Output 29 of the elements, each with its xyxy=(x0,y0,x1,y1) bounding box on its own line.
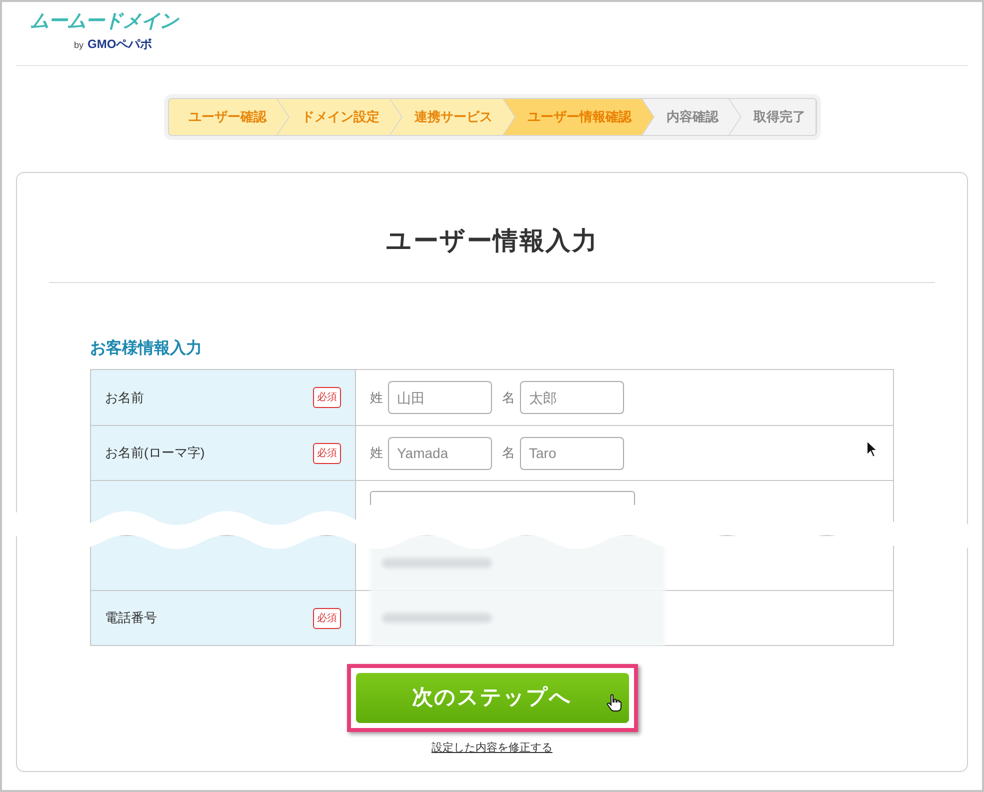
section-title: お客様情報入力 xyxy=(90,338,203,359)
hand-cursor-icon xyxy=(606,694,622,712)
logo-by: by xyxy=(74,39,84,52)
required-badge: 必須 xyxy=(313,387,341,408)
field-prefix: 名 xyxy=(502,444,515,462)
step: ドメイン設定 xyxy=(278,99,402,135)
field-prefix: 姓 xyxy=(370,444,383,462)
text-input[interactable]: Yamada xyxy=(388,436,492,470)
text-input[interactable]: 太郎 xyxy=(520,381,624,414)
required-badge: 必須 xyxy=(313,442,341,464)
select-field[interactable] xyxy=(370,491,635,505)
field-label: 電話番号 xyxy=(105,609,157,628)
field-prefix: 姓 xyxy=(370,388,383,407)
field-label: お名前 xyxy=(105,388,144,407)
field-prefix: 名 xyxy=(502,388,515,407)
logo-name: ムームードメイン xyxy=(30,12,178,31)
pointer-cursor-icon xyxy=(866,440,878,458)
text-input[interactable]: 山田 xyxy=(388,381,492,414)
logo[interactable]: ムームードメイン by GMOペパボ xyxy=(30,12,190,53)
step: ユーザー確認 xyxy=(168,99,288,135)
text-input[interactable]: Taro xyxy=(520,436,624,470)
step: 連携サービス xyxy=(390,99,514,135)
edit-link[interactable]: 設定した内容を修正する xyxy=(432,740,552,756)
required-badge: 必須 xyxy=(313,608,341,628)
logo-company: GMOペパボ xyxy=(88,36,152,53)
step: 取得完了 xyxy=(730,99,816,135)
page-title: ユーザー情報入力 xyxy=(386,226,598,256)
step: ユーザー情報確認 xyxy=(504,99,654,135)
field-label: お名前(ローマ字) xyxy=(105,444,205,462)
